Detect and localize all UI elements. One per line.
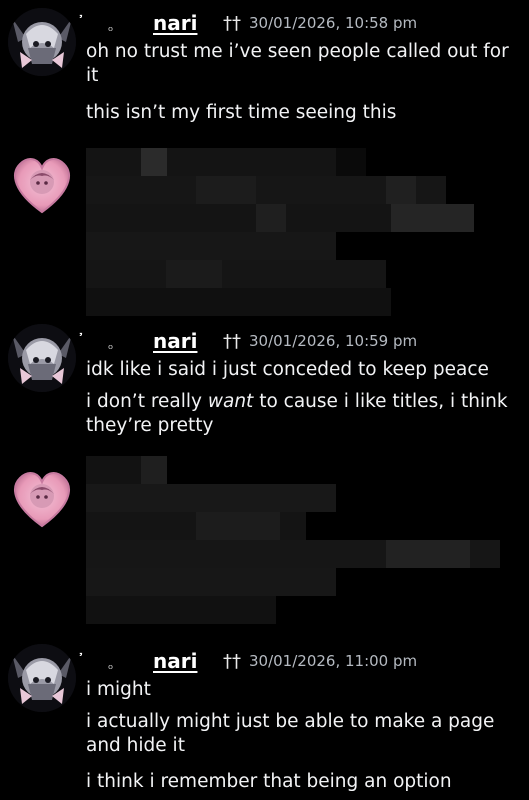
message-line: i think i remember that being an option xyxy=(86,771,452,792)
message-line: idk like i said i just conceded to keep … xyxy=(86,359,489,380)
user-avatar[interactable] xyxy=(8,8,76,76)
cross-decoration: †† xyxy=(223,12,241,34)
username-decoration-left: ҆ xyxy=(86,13,108,33)
heart-avatar[interactable] xyxy=(8,150,76,218)
timestamp[interactable]: 30/01/2026, 11:00 pm xyxy=(249,652,417,670)
message-line: oh no trust me i’ve seen people called o… xyxy=(86,41,509,86)
cross-decoration: †† xyxy=(223,650,241,672)
message-text: i don’t really xyxy=(86,391,208,412)
user-avatar[interactable] xyxy=(8,324,76,392)
message-header: ҆ ₒ nari †† 30/01/2026, 11:00 pm xyxy=(86,646,417,676)
heart-avatar[interactable] xyxy=(8,464,76,532)
username-decoration-right: ₒ xyxy=(108,337,114,353)
pixelated-content xyxy=(86,148,476,318)
username-decoration-right: ₒ xyxy=(108,657,114,673)
cross-decoration: †† xyxy=(223,330,241,352)
username-decoration-left: ҆ xyxy=(86,331,108,351)
message-header: ҆ ₒ nari †† 30/01/2026, 10:59 pm xyxy=(86,326,417,356)
pixelated-content xyxy=(86,456,502,626)
emphasized-text: want xyxy=(207,391,254,412)
timestamp[interactable]: 30/01/2026, 10:59 pm xyxy=(249,332,417,350)
username[interactable]: nari xyxy=(153,11,223,35)
message-line: i might xyxy=(86,679,151,700)
timestamp[interactable]: 30/01/2026, 10:58 pm xyxy=(249,14,417,32)
message-line: i don’t really want to cause i like titl… xyxy=(86,390,516,438)
username[interactable]: nari xyxy=(153,329,223,353)
user-avatar[interactable] xyxy=(8,644,76,712)
message-line: this isn’t my first time seeing this xyxy=(86,102,397,123)
message-header: ҆ ₒ nari †† 30/01/2026, 10:58 pm xyxy=(86,8,417,38)
username-decoration-left: ҆ xyxy=(86,651,108,671)
username-decoration-right: ₒ xyxy=(108,19,114,35)
username[interactable]: nari xyxy=(153,649,223,673)
message-line: i actually might just be able to make a … xyxy=(86,711,495,756)
